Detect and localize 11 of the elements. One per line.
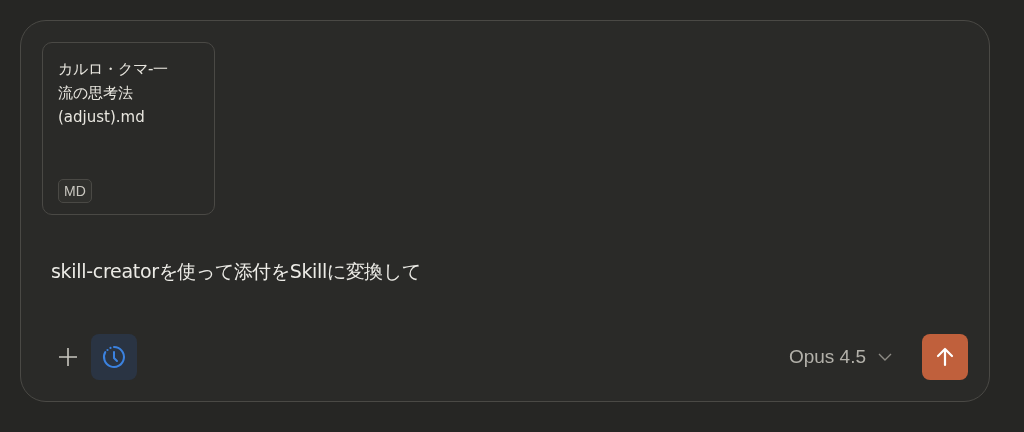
attachment-card[interactable]: カルロ・クマ-一 流の思考法 (adjust).md MD — [42, 42, 215, 215]
attachment-name: カルロ・クマ-一 流の思考法 (adjust).md — [58, 59, 169, 128]
arrow-up-icon — [936, 347, 954, 367]
chevron-down-icon — [878, 353, 892, 361]
extended-thinking-toggle[interactable] — [91, 334, 137, 380]
clock-icon — [101, 344, 127, 370]
model-selector[interactable]: Opus 4.5 — [788, 346, 892, 368]
send-button[interactable] — [922, 334, 968, 380]
file-type-label: MD — [58, 179, 92, 203]
message-text[interactable]: skill-creatorを使って添付をSkillに変換して — [51, 259, 968, 285]
plus-icon — [57, 346, 79, 368]
